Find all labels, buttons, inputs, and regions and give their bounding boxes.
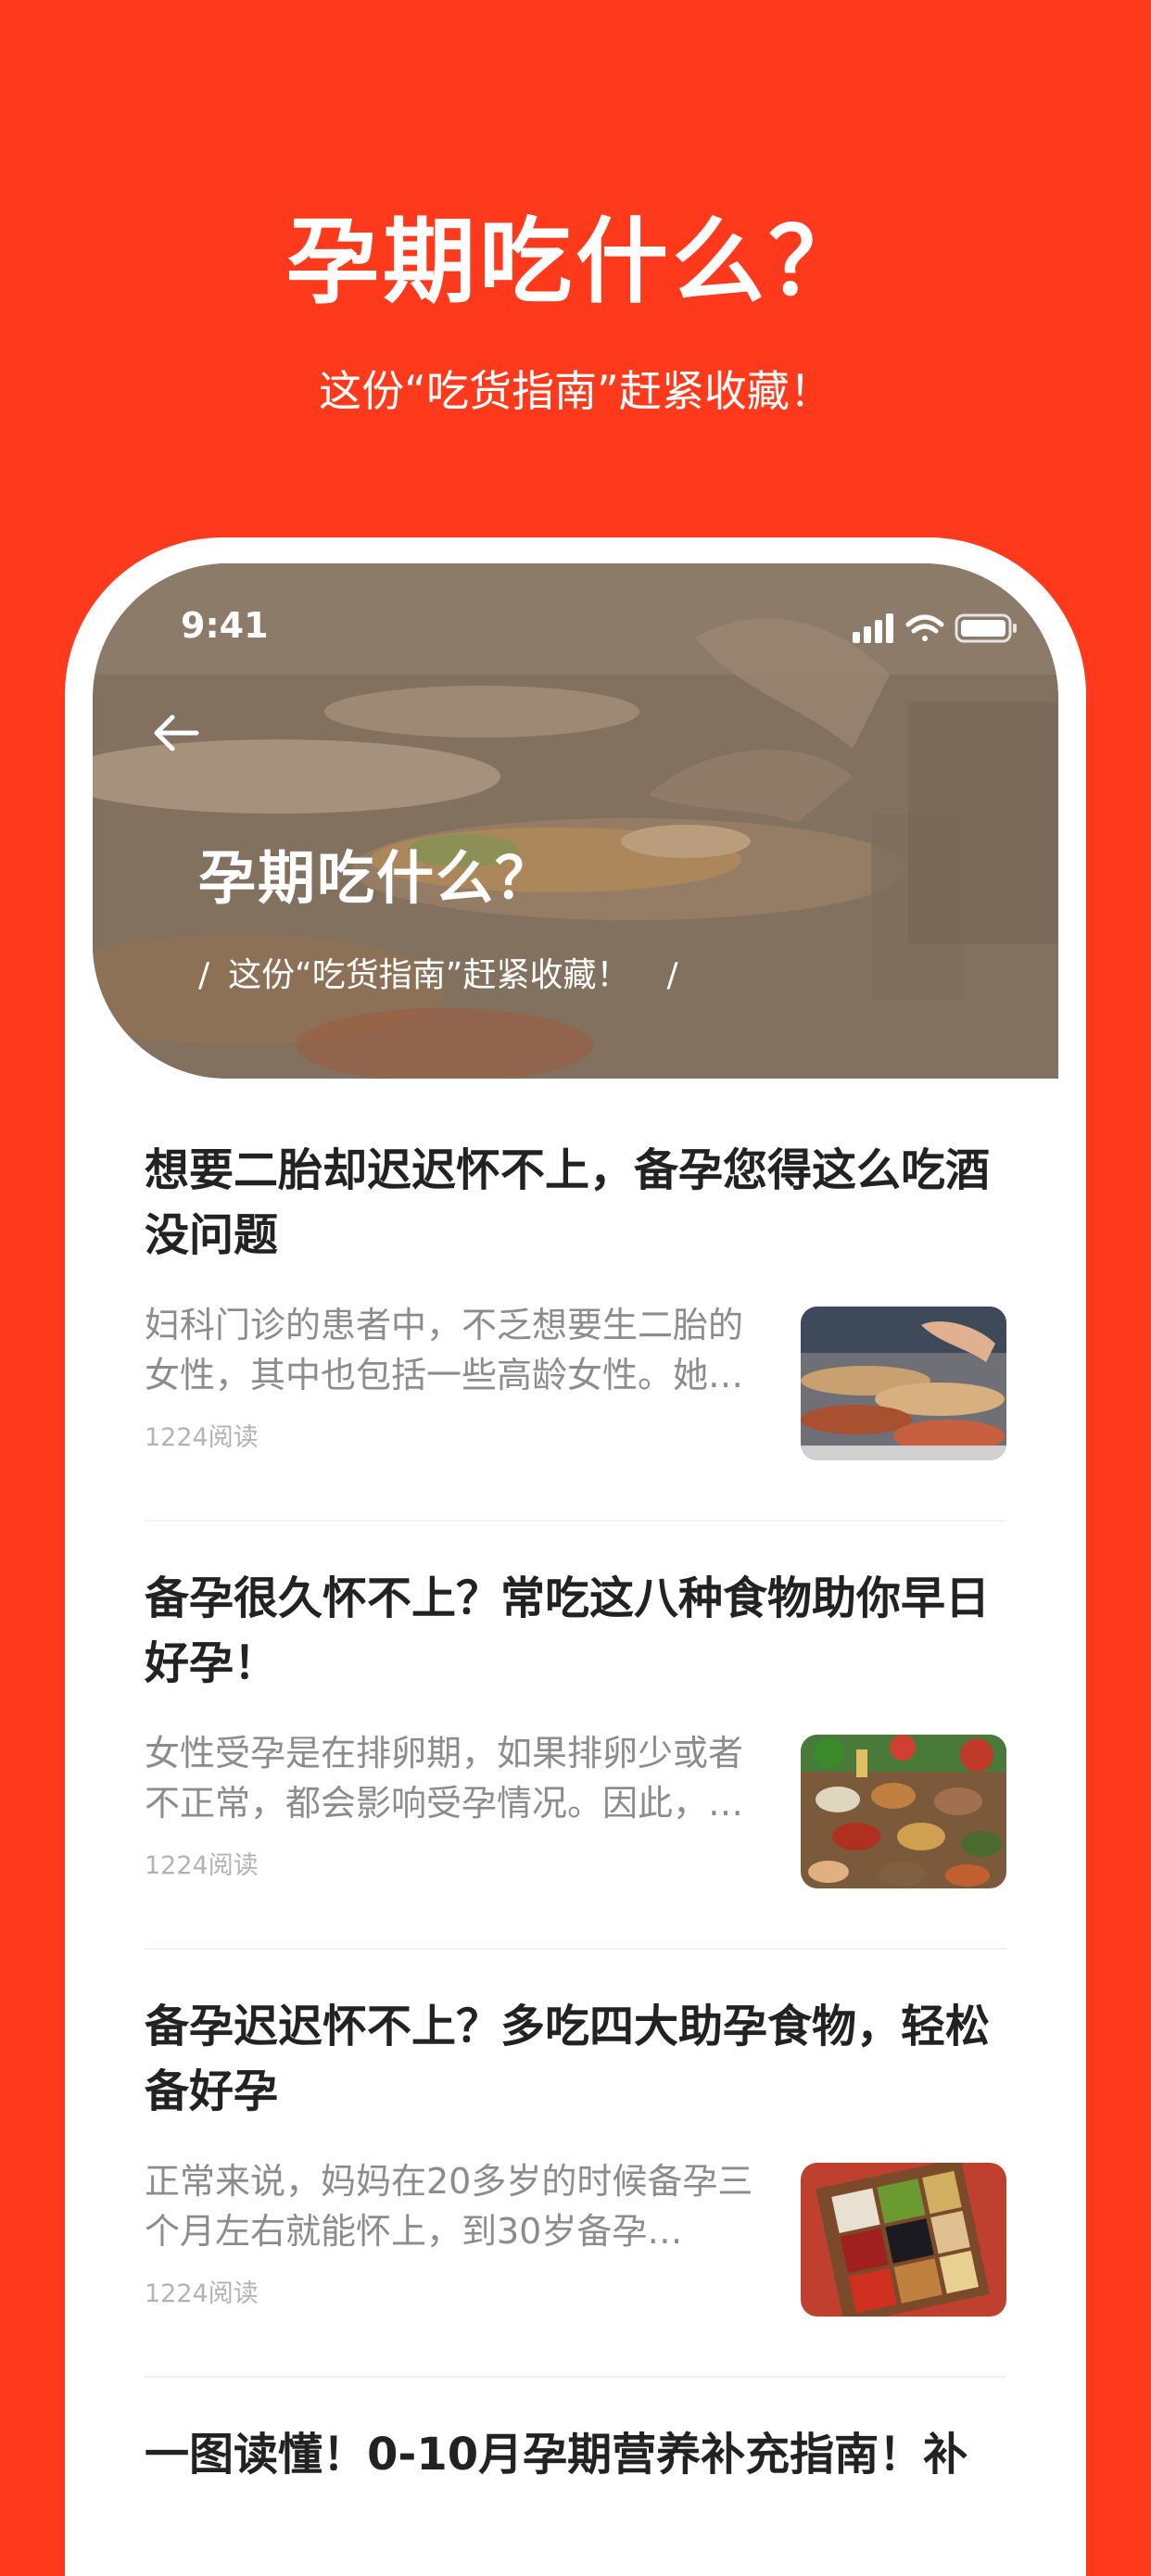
promo-title: 孕期吃什么？ [286, 208, 865, 316]
back-arrow-icon[interactable] [150, 710, 202, 756]
article-title[interactable]: 想要二胎却迟迟怀不上，备孕您得这么吃酒没问题 [145, 1138, 1006, 1268]
battery-icon [955, 613, 1017, 643]
article-summary: 妇科门诊的患者中，不乏想要生二胎的女性，其中也包括一些高龄女性。她… [145, 1305, 744, 1395]
read-count: 1224阅读 [145, 1423, 259, 1452]
status-time: 9:41 [181, 605, 269, 646]
read-count: 1224阅读 [145, 2279, 259, 2308]
read-count: 1224阅读 [145, 1851, 259, 1880]
hero-subtitle: 这份“吃货指南”赶紧收藏！ [228, 956, 630, 994]
article-summary: 正常来说，妈妈在20多岁的时候备孕三个月左右就能怀上，到30岁备孕… [145, 2161, 753, 2252]
divider [145, 2376, 1006, 2378]
decor-slash: / [666, 956, 678, 994]
divider [145, 1948, 1006, 1950]
grains-box-thumbnail-image [801, 2163, 1006, 2317]
food-bowls-thumbnail-image [801, 1735, 1006, 1888]
decor-slash: / [198, 956, 210, 994]
article-summary: 女性受孕是在排卵期，如果排卵少或者不正常，都会影响受孕情况。因此，… [145, 1733, 744, 1824]
divider [145, 1520, 1006, 1522]
hero-title: 孕期吃什么？ [198, 844, 555, 912]
article-title[interactable]: 一图读懂！0-10月孕期营养补充指南！补 [145, 2422, 1006, 2487]
article-title[interactable]: 备孕很久怀不上？常吃这八种食物助你早日好孕！ [145, 1566, 1006, 1696]
hero-subtitle-row: / 这份“吃货指南”赶紧收藏！ / [198, 953, 678, 999]
status-icons [853, 613, 1017, 643]
article-title[interactable]: 备孕迟迟怀不上？多吃四大助孕食物，轻松备好孕 [145, 1994, 1006, 2124]
wifi-icon [905, 614, 944, 641]
buffet-thumbnail-image [801, 1307, 1006, 1460]
article-thumbnail[interactable] [801, 2163, 1006, 2317]
phone-screen: 9:41 孕期吃什么？ / 这份“吃货指南”赶紧收藏！ / 想要二胎却迟迟怀不上… [93, 563, 1058, 2491]
article-thumbnail[interactable] [801, 1307, 1006, 1460]
hero-banner: 9:41 孕期吃什么？ / 这份“吃货指南”赶紧收藏！ / [93, 563, 1058, 1079]
article-thumbnail[interactable] [801, 1735, 1006, 1888]
promo-subtitle: 这份“吃货指南”赶紧收藏！ [319, 366, 832, 416]
signal-icon [853, 613, 893, 643]
